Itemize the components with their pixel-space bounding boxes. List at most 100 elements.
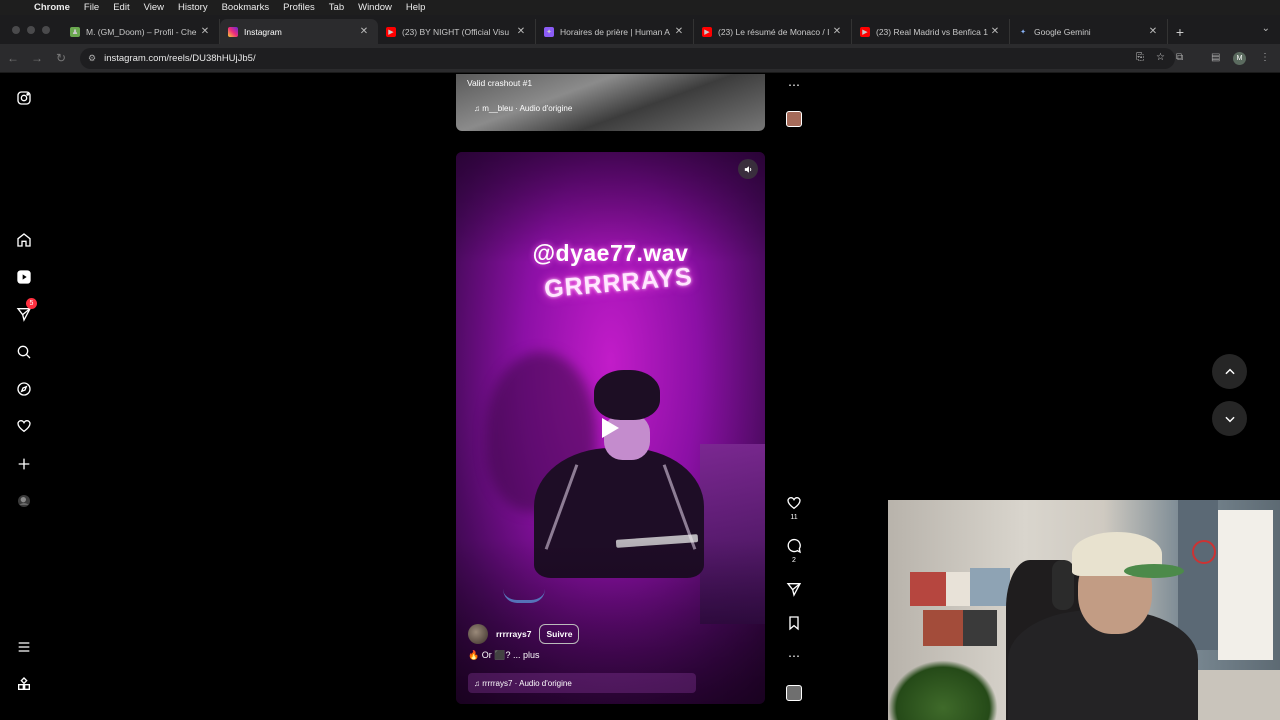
menu-history[interactable]: History — [178, 2, 208, 13]
menu-tab[interactable]: Tab — [329, 2, 344, 13]
forward-arrow-icon[interactable]: → — [26, 51, 48, 65]
like-count: 11 — [790, 514, 798, 521]
chevron-down-icon — [1224, 416, 1235, 422]
site-info-icon[interactable]: ⚙ — [88, 53, 96, 64]
gemini-icon: ✦ — [1020, 28, 1026, 36]
reel-caption[interactable]: 🔥 Or ⬛? ... plus — [468, 650, 539, 661]
tab-label: (23) BY NIGHT (Official Visu — [402, 26, 510, 37]
caption-more-link[interactable]: plus — [523, 650, 540, 660]
tab-youtube-by-night[interactable]: ▶ (23) BY NIGHT (Official Visu ✕ — [378, 19, 536, 44]
previous-reel-audio-thumbnail[interactable] — [786, 111, 802, 127]
next-reel-button[interactable] — [1212, 401, 1247, 436]
tab-chess-profile[interactable]: ♟ M. (GM_Doom) – Profil - Che ✕ — [62, 19, 220, 44]
search-icon[interactable] — [14, 342, 34, 362]
more-options-icon[interactable]: ⋯ — [784, 649, 804, 663]
menu-window[interactable]: Window — [358, 2, 392, 13]
reel-audio-link[interactable]: ♫ rrrrrays7 · Audio d'origine — [468, 673, 696, 693]
profile-avatar[interactable] — [14, 491, 34, 511]
close-tab-icon[interactable]: ✕ — [673, 26, 685, 37]
also-from-meta-icon[interactable] — [14, 674, 34, 694]
music-note-icon: ♫ — [474, 678, 483, 688]
tab-search-chevron-icon[interactable]: ⌄ — [1262, 23, 1270, 34]
close-tab-icon[interactable]: ✕ — [199, 26, 211, 37]
chevron-up-icon — [1224, 368, 1235, 374]
new-tab-button[interactable]: + — [1168, 19, 1192, 44]
chrome-menu-icon[interactable]: ⋮ — [1260, 52, 1270, 63]
reel-audio-thumbnail[interactable] — [786, 685, 802, 701]
previous-reel-more-icon[interactable]: ⋯ — [784, 78, 804, 92]
previous-reel-audio[interactable]: ♫ m__bleu · Audio d'origine — [474, 104, 572, 113]
webcam-poster — [910, 572, 946, 606]
reels-icon[interactable] — [14, 267, 34, 287]
address-bar[interactable]: ⚙ instagram.com/reels/DU38hHUjJb5/ ⎘ ☆ — [80, 48, 1175, 69]
install-app-icon[interactable]: ⎘ — [1136, 52, 1144, 63]
close-window-button[interactable] — [12, 25, 20, 34]
bookmark-star-icon[interactable]: ☆ — [1156, 52, 1165, 63]
reading-list-icon[interactable]: ▤ — [1211, 52, 1220, 63]
save-button[interactable] — [784, 615, 804, 634]
reel-audio-label: rrrrrays7 · Audio d'origine — [482, 678, 572, 688]
back-arrow-icon[interactable]: ← — [2, 51, 24, 65]
more-menu-icon[interactable] — [14, 637, 34, 657]
webcam-headset — [1052, 560, 1074, 610]
menu-chrome[interactable]: Chrome — [34, 2, 70, 13]
chess-icon: ♟ — [70, 26, 80, 37]
previous-reel-button[interactable] — [1212, 354, 1247, 389]
previous-reel-video[interactable]: Valid crashout #1 ♫ m__bleu · Audio d'or… — [456, 74, 765, 131]
chrome-profile-avatar[interactable]: M — [1233, 52, 1246, 65]
tab-label: M. (GM_Doom) – Profil - Che — [86, 26, 197, 37]
close-tab-icon[interactable]: ✕ — [1147, 26, 1159, 37]
tab-google-gemini[interactable]: ✦ Google Gemini ✕ — [1010, 19, 1168, 44]
close-tab-icon[interactable]: ✕ — [989, 26, 1001, 37]
reload-icon[interactable]: ↻ — [50, 51, 72, 65]
url-text[interactable]: instagram.com/reels/DU38hHUjJb5/ — [104, 53, 256, 64]
menu-edit[interactable]: Edit — [113, 2, 129, 13]
comment-button[interactable]: 2 — [784, 538, 804, 564]
follow-button[interactable]: Suivre — [539, 624, 580, 644]
reel-author-row: rrrrrays7 Suivre — [468, 624, 580, 644]
explore-compass-icon[interactable] — [14, 379, 34, 399]
play-icon[interactable] — [599, 416, 621, 440]
tab-label: (23) Le résumé de Monaco / I — [718, 26, 830, 37]
webcam-poster — [923, 610, 965, 646]
menu-bookmarks[interactable]: Bookmarks — [222, 2, 270, 13]
close-tab-icon[interactable]: ✕ — [831, 26, 843, 37]
webcam-poster — [970, 568, 1010, 606]
close-tab-icon[interactable]: ✕ — [515, 26, 527, 37]
tab-horaires-priere[interactable]: ✦ Horaires de prière | Human A ✕ — [536, 19, 694, 44]
author-avatar[interactable] — [468, 624, 488, 644]
webcam-poster — [963, 610, 997, 646]
webcam-desk — [1188, 670, 1280, 720]
tab-instagram[interactable]: Instagram ✕ — [220, 19, 378, 44]
minimize-window-button[interactable] — [27, 25, 35, 34]
tab-youtube-monaco[interactable]: ▶ (23) Le résumé de Monaco / I ✕ — [694, 19, 852, 44]
webcam-overlay — [888, 500, 1280, 720]
webcam-door — [1178, 500, 1218, 650]
fire-emoji-icon: 🔥 — [468, 650, 480, 660]
reel-video[interactable]: @dyae77.wav GRRRRAYS rrrrrays7 Suivre 🔥 … — [456, 152, 765, 704]
home-icon[interactable] — [14, 230, 34, 250]
messages-icon[interactable]: 5 — [14, 298, 37, 324]
create-plus-icon[interactable] — [14, 454, 34, 474]
bookmark-icon — [789, 616, 799, 631]
audio-muted-icon[interactable] — [738, 159, 758, 179]
author-username[interactable]: rrrrrays7 — [496, 629, 531, 639]
notifications-heart-icon[interactable] — [14, 416, 34, 436]
extensions-icon[interactable]: ⧉ — [1176, 52, 1183, 63]
webcam-shelf — [1218, 510, 1273, 660]
tab-label: Instagram — [244, 26, 282, 37]
instagram-logo-icon[interactable] — [14, 88, 34, 108]
like-button[interactable]: 11 — [784, 495, 804, 521]
menu-profiles[interactable]: Profiles — [283, 2, 315, 13]
close-tab-icon[interactable]: ✕ — [358, 26, 370, 37]
tab-youtube-real-madrid[interactable]: ▶ (23) Real Madrid vs Benfica 1 ✕ — [852, 19, 1010, 44]
instagram-sidebar: 5 — [0, 74, 48, 720]
heart-icon — [787, 496, 801, 510]
instagram-icon — [228, 26, 238, 37]
menu-help[interactable]: Help — [406, 2, 426, 13]
zoom-window-button[interactable] — [42, 25, 50, 34]
share-button[interactable] — [784, 581, 804, 600]
browser-tab-strip: ♟ M. (GM_Doom) – Profil - Che ✕ Instagra… — [0, 15, 1280, 44]
menu-view[interactable]: View — [144, 2, 164, 13]
menu-file[interactable]: File — [84, 2, 99, 13]
